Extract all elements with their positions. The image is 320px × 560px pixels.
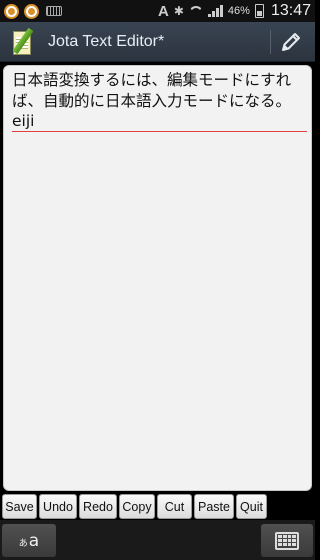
input-mode-alpha: a	[28, 530, 40, 551]
button-bar: Save Undo Redo Copy Cut Paste Quit	[0, 492, 315, 520]
keyboard-icon	[46, 6, 62, 16]
editor-line: ば、自動的に日本語入力モードになる。	[12, 92, 292, 110]
keyboard-toggle-button[interactable]	[261, 524, 313, 557]
action-divider	[270, 30, 271, 54]
editor-container: 日本語変換するには、編集モードにすれ ば、自動的に日本語入力モードになる。 ei…	[0, 62, 315, 492]
pencil-icon	[282, 33, 300, 51]
editor-line: 日本語変換するには、編集モードにすれ	[12, 71, 292, 89]
notepad-icon[interactable]	[10, 27, 38, 57]
bluetooth-icon: ✱	[173, 4, 184, 18]
wifi-icon	[189, 6, 203, 17]
battery-percent: 46%	[227, 5, 250, 17]
ime-bar: あ a	[0, 520, 315, 560]
save-button[interactable]: Save	[2, 494, 37, 519]
signal-letter: A	[158, 2, 169, 20]
cut-button[interactable]: Cut	[157, 494, 192, 519]
notification-circle-icon	[24, 3, 39, 19]
copy-button[interactable]: Copy	[119, 494, 155, 519]
edit-button[interactable]	[275, 26, 307, 58]
text-editor[interactable]: 日本語変換するには、編集モードにすれ ば、自動的に日本語入力モードになる。 ei…	[3, 65, 312, 491]
input-mode-button[interactable]: あ a	[2, 524, 56, 557]
input-mode-hiragana: あ	[18, 539, 28, 549]
app-title: Jota Text Editor*	[48, 32, 165, 50]
notification-circle-icon	[4, 3, 19, 19]
keyboard-grid-icon	[275, 531, 299, 550]
battery-icon	[254, 4, 264, 18]
clock: 13:47	[270, 2, 311, 19]
action-bar: Jota Text Editor*	[0, 22, 315, 62]
status-bar: A ✱ 46% 13:47	[0, 0, 315, 22]
signal-icon	[207, 5, 223, 17]
screen: A ✱ 46% 13:47 Jota Text Editor* 日本語変換するに…	[0, 0, 315, 560]
undo-button[interactable]: Undo	[39, 494, 77, 519]
composing-text: eiji	[12, 112, 307, 132]
quit-button[interactable]: Quit	[236, 494, 267, 519]
paste-button[interactable]: Paste	[194, 494, 234, 519]
redo-button[interactable]: Redo	[79, 494, 117, 519]
